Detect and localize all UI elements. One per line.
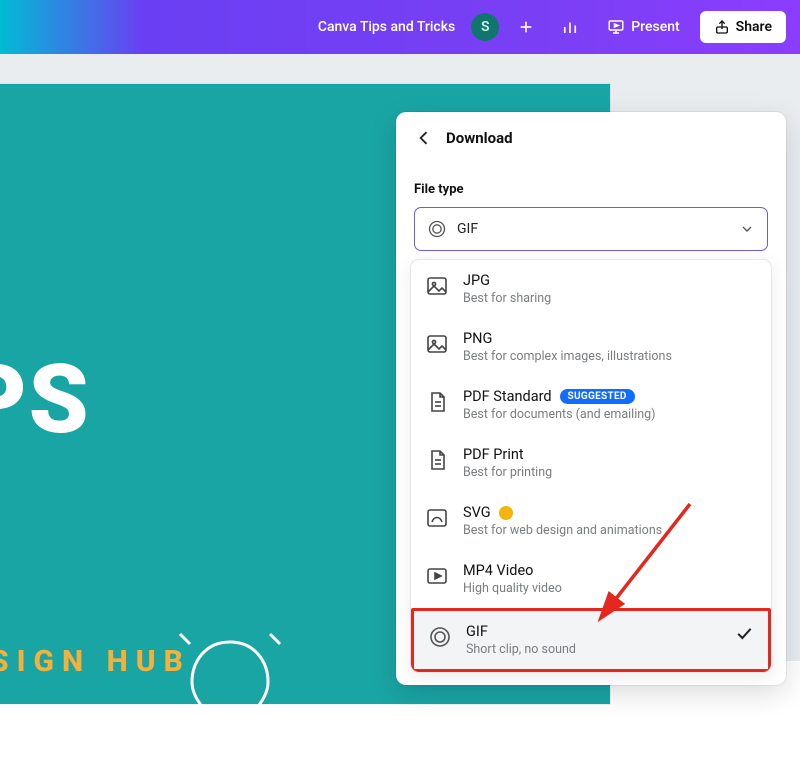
file-type-option-png[interactable]: PNG Best for complex images, illustratio… bbox=[411, 318, 771, 376]
document-icon bbox=[425, 448, 449, 472]
file-type-options-list: JPG Best for sharing PNG Best for comple… bbox=[410, 259, 772, 673]
gif-icon bbox=[428, 625, 452, 649]
gif-icon bbox=[427, 219, 447, 239]
present-icon bbox=[607, 18, 625, 36]
design-text-line-1: A TIPS bbox=[0, 344, 91, 456]
share-button[interactable]: Share bbox=[700, 11, 786, 43]
check-icon bbox=[734, 623, 754, 643]
option-title: SVG bbox=[463, 504, 491, 521]
file-type-option-mp4[interactable]: MP4 Video High quality video bbox=[411, 550, 771, 608]
lightbulb-illustration bbox=[170, 624, 290, 764]
file-type-option-svg[interactable]: SVG Best for web design and animations bbox=[411, 492, 771, 550]
video-icon bbox=[425, 564, 449, 588]
option-subtitle: High quality video bbox=[463, 581, 757, 596]
present-button[interactable]: Present bbox=[597, 12, 689, 42]
download-panel-header: Download bbox=[396, 112, 786, 164]
file-type-label: File type bbox=[396, 164, 786, 207]
option-title: GIF bbox=[466, 623, 720, 640]
svg-icon bbox=[425, 506, 449, 530]
premium-crown-icon bbox=[499, 506, 513, 520]
document-icon bbox=[425, 390, 449, 414]
chevron-down-icon bbox=[739, 221, 755, 237]
option-subtitle: Best for web design and animations bbox=[463, 523, 757, 538]
design-text-hub: SIGN HUB bbox=[0, 644, 191, 679]
suggested-badge: SUGGESTED bbox=[560, 389, 635, 404]
option-subtitle: Best for complex images, illustrations bbox=[463, 349, 757, 364]
option-subtitle: Best for documents (and emailing) bbox=[463, 407, 757, 422]
file-type-selected-value: GIF bbox=[457, 221, 729, 237]
share-label: Share bbox=[736, 19, 772, 35]
share-icon bbox=[714, 19, 730, 35]
file-type-select[interactable]: GIF bbox=[414, 207, 768, 251]
download-panel-title: Download bbox=[446, 129, 513, 147]
top-toolbar: Canva Tips and Tricks S Present Share bbox=[0, 0, 800, 54]
option-title: PDF Print bbox=[463, 446, 757, 463]
file-type-option-pdf-print[interactable]: PDF Print Best for printing bbox=[411, 434, 771, 492]
option-title: JPG bbox=[463, 272, 757, 289]
option-title: MP4 Video bbox=[463, 562, 757, 579]
editor-stage: A TIPS CKS SIGN HUB Download File type G… bbox=[0, 54, 800, 661]
plus-icon bbox=[518, 19, 534, 35]
option-subtitle: Short clip, no sound bbox=[466, 642, 720, 657]
option-subtitle: Best for sharing bbox=[463, 291, 757, 306]
image-icon bbox=[425, 274, 449, 298]
file-type-option-gif[interactable]: GIF Short clip, no sound bbox=[411, 608, 771, 672]
file-type-option-pdf-standard[interactable]: PDF Standard SUGGESTED Best for document… bbox=[411, 376, 771, 434]
analytics-button[interactable] bbox=[553, 10, 587, 44]
back-icon[interactable] bbox=[414, 128, 434, 148]
option-title: PNG bbox=[463, 330, 757, 347]
document-title[interactable]: Canva Tips and Tricks bbox=[318, 19, 455, 35]
present-label: Present bbox=[631, 19, 679, 35]
analytics-icon bbox=[561, 18, 579, 36]
file-type-option-jpg[interactable]: JPG Best for sharing bbox=[411, 260, 771, 318]
add-collaborator-button[interactable] bbox=[509, 10, 543, 44]
download-panel: Download File type GIF JPG Best for shar… bbox=[396, 112, 786, 685]
option-subtitle: Best for printing bbox=[463, 465, 757, 480]
user-avatar[interactable]: S bbox=[471, 13, 499, 41]
option-title: PDF Standard bbox=[463, 388, 552, 405]
image-icon bbox=[425, 332, 449, 356]
